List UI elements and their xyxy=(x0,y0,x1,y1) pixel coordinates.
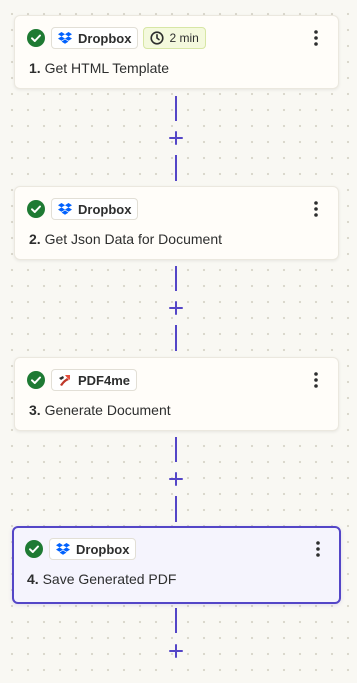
more-vertical-icon xyxy=(314,30,318,46)
step-card-1[interactable]: Dropbox 2 min 1. Get HTML Template xyxy=(14,15,339,89)
step-number: 4. xyxy=(27,571,39,587)
add-step-button[interactable] xyxy=(166,298,186,318)
dropbox-icon xyxy=(56,543,70,555)
more-vertical-icon xyxy=(314,201,318,217)
step-number: 2. xyxy=(29,231,41,247)
connector-line xyxy=(175,496,177,522)
step-card-3[interactable]: PDF4me 3. Generate Document xyxy=(14,357,339,431)
step-name: Get Json Data for Document xyxy=(44,231,222,247)
connector-line xyxy=(175,325,177,351)
step-title: 1. Get HTML Template xyxy=(29,60,169,76)
app-chip-pdf4me: PDF4me xyxy=(51,369,138,391)
step-header: Dropbox xyxy=(25,537,137,561)
connector-line xyxy=(175,155,177,181)
check-circle-icon xyxy=(27,200,45,218)
app-chip-dropbox: Dropbox xyxy=(51,27,139,49)
more-vertical-icon xyxy=(316,541,320,557)
app-name: PDF4me xyxy=(78,372,131,388)
step-card-2[interactable]: Dropbox 2. Get Json Data for Document xyxy=(14,186,339,260)
step-number: 1. xyxy=(29,60,41,76)
plus-icon xyxy=(169,644,183,658)
app-chip-dropbox: Dropbox xyxy=(51,198,139,220)
app-name: Dropbox xyxy=(76,541,130,557)
step-menu-button[interactable] xyxy=(308,539,328,559)
step-menu-button[interactable] xyxy=(306,28,326,48)
app-name: Dropbox xyxy=(78,201,132,217)
step-number: 3. xyxy=(29,402,41,418)
step-name: Get HTML Template xyxy=(44,60,170,76)
plus-icon xyxy=(169,301,183,315)
step-card-4[interactable]: Dropbox 4. Save Generated PDF xyxy=(12,526,341,604)
add-step-button[interactable] xyxy=(166,641,186,661)
step-menu-button[interactable] xyxy=(306,199,326,219)
connector-line xyxy=(175,437,177,462)
check-circle-icon xyxy=(25,540,43,558)
check-circle-icon xyxy=(27,29,45,47)
duration-text: 2 min xyxy=(169,31,199,45)
app-name: Dropbox xyxy=(78,30,132,46)
step-header: Dropbox 2 min xyxy=(27,26,206,50)
plus-icon xyxy=(169,131,183,145)
dropbox-icon xyxy=(58,32,72,44)
connector-line xyxy=(175,96,177,121)
plus-icon xyxy=(169,472,183,486)
step-title: 4. Save Generated PDF xyxy=(27,571,176,587)
check-circle-icon xyxy=(27,371,45,389)
pdf4me-icon xyxy=(59,375,70,386)
step-title: 3. Generate Document xyxy=(29,402,171,418)
dropbox-icon xyxy=(58,203,72,215)
duration-badge: 2 min xyxy=(143,27,206,49)
step-name: Save Generated PDF xyxy=(42,571,177,587)
connector-line xyxy=(175,608,177,633)
step-title: 2. Get Json Data for Document xyxy=(29,231,222,247)
more-vertical-icon xyxy=(314,372,318,388)
step-menu-button[interactable] xyxy=(306,370,326,390)
app-chip-dropbox: Dropbox xyxy=(49,538,137,560)
step-header: PDF4me xyxy=(27,368,138,392)
step-header: Dropbox xyxy=(27,197,139,221)
connector-line xyxy=(175,266,177,291)
add-step-button[interactable] xyxy=(166,469,186,489)
step-name: Generate Document xyxy=(44,402,171,418)
add-step-button[interactable] xyxy=(166,128,186,148)
clock-icon xyxy=(150,31,165,45)
